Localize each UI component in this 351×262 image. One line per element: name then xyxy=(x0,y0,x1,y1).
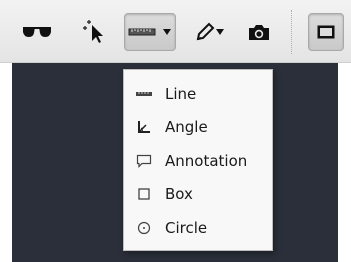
glasses-tool-button[interactable] xyxy=(18,14,56,50)
layout-toggle-button[interactable] xyxy=(308,13,344,51)
chevron-down-icon xyxy=(162,28,172,36)
box-icon xyxy=(136,186,152,202)
menu-item-label: Box xyxy=(165,185,193,204)
menu-item-label: Annotation xyxy=(165,151,248,170)
angle-icon xyxy=(136,119,152,135)
toolbar-separator xyxy=(291,10,292,54)
select-pointer-icon xyxy=(83,20,107,44)
snapshot-button[interactable] xyxy=(244,14,274,50)
line-icon xyxy=(136,86,152,102)
menu-item-line[interactable]: Line xyxy=(124,77,272,111)
pen-annotate-icon xyxy=(195,22,215,42)
select-tool-button[interactable] xyxy=(80,14,110,50)
circle-icon xyxy=(136,220,152,236)
ruler-measure-icon xyxy=(128,26,162,38)
menu-item-label: Line xyxy=(165,84,197,103)
annotate-tool-button[interactable] xyxy=(190,14,230,50)
chevron-down-icon xyxy=(215,28,225,36)
menu-item-annotation[interactable]: Annotation xyxy=(124,144,272,178)
annotation-icon xyxy=(136,153,152,169)
menu-item-angle[interactable]: Angle xyxy=(124,111,272,145)
glasses-icon xyxy=(22,25,52,39)
measure-tool-button[interactable] xyxy=(124,13,176,51)
toolbar xyxy=(0,0,351,63)
menu-item-box[interactable]: Box xyxy=(124,178,272,212)
window-layout-icon xyxy=(317,25,335,39)
measure-dropdown-menu: Line Angle Annotation Box Circle xyxy=(123,69,273,251)
menu-item-label: Circle xyxy=(165,218,208,237)
menu-item-label: Angle xyxy=(165,118,208,137)
camera-icon xyxy=(248,23,270,41)
menu-item-circle[interactable]: Circle xyxy=(124,211,272,245)
